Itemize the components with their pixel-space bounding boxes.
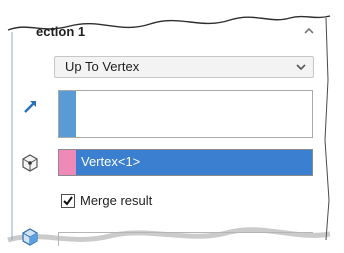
vertex-color-bar xyxy=(59,150,76,175)
merge-result-checkbox[interactable] xyxy=(61,194,75,208)
checkmark-icon xyxy=(63,196,73,206)
end-condition-dropdown[interactable]: Up To Vertex xyxy=(54,56,314,78)
face-cube-icon[interactable] xyxy=(20,227,40,247)
vertex-selection-box[interactable]: Vertex<1> xyxy=(58,149,313,176)
direction-color-bar xyxy=(59,91,76,137)
vertex-cube-icon[interactable] xyxy=(19,152,41,174)
direction-arrow-icon[interactable] xyxy=(22,97,40,115)
chevron-up-icon[interactable] xyxy=(302,24,316,38)
merge-result-label: Merge result xyxy=(80,193,153,208)
section-title: ection 1 xyxy=(36,24,86,39)
end-condition-value: Up To Vertex xyxy=(65,59,140,74)
vertex-selection-value: Vertex<1> xyxy=(81,154,141,169)
face-selection-box[interactable] xyxy=(58,232,313,246)
direction-selection-box[interactable] xyxy=(58,90,313,138)
chevron-down-icon xyxy=(296,64,306,71)
propertymanager-panel: ection 1 Up To Vertex Vertex<1> Merge re… xyxy=(0,0,344,253)
